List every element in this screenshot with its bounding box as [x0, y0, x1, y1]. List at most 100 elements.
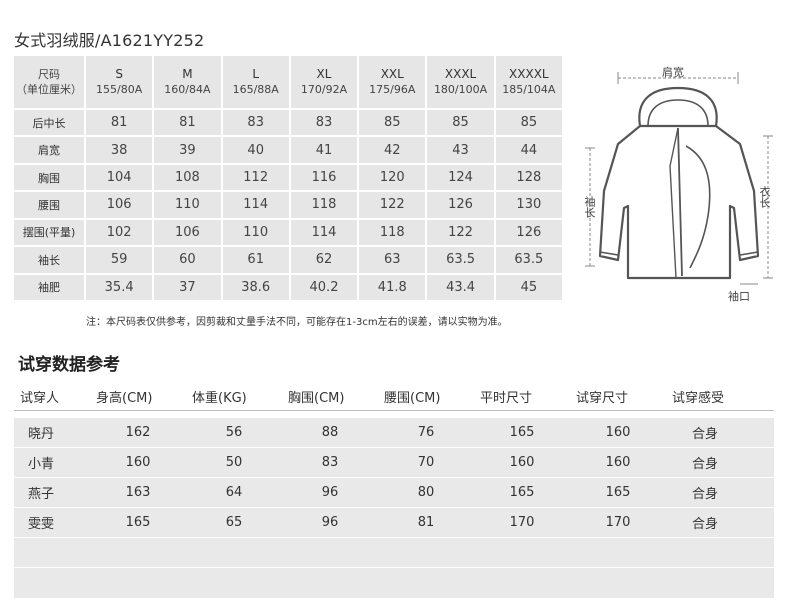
tryon-cell: 50 [225, 455, 243, 470]
measure-value: 85 [427, 110, 494, 136]
tryon-header-cell: 胸围(CM) [288, 390, 345, 406]
tryon-header-cell: 试穿尺寸 [576, 390, 629, 406]
measure-value: 114 [290, 219, 358, 246]
measure-value: 59 [86, 247, 153, 273]
jacket-diagram: 肩宽 袖长 衣长 袖口 [578, 56, 778, 306]
corner-label-size: 尺码 [38, 68, 60, 81]
measure-label: 肩宽 [14, 137, 84, 163]
measure-value: 63.5 [427, 247, 494, 273]
tryon-header-cell: 腰围(CM) [384, 390, 441, 406]
size-name: S [115, 67, 123, 81]
measure-value: 85 [359, 110, 426, 136]
tryon-cell: 165 [605, 485, 631, 500]
tryon-cell: 合身 [692, 487, 719, 502]
measure-value: 83 [290, 110, 358, 136]
measure-value: 35.4 [86, 274, 153, 300]
tryon-cell: 160 [125, 455, 151, 470]
tryon-cell: 165 [125, 515, 151, 530]
measure-value: 38 [86, 137, 153, 163]
measure-value: 112 [222, 164, 289, 191]
measure-value: 114 [222, 192, 289, 218]
measure-value: 37 [154, 274, 221, 300]
measure-value: 41.8 [359, 274, 426, 300]
tryon-cell: 燕子 [28, 487, 55, 502]
measure-value: 40.2 [290, 274, 358, 300]
tryon-cell: 合身 [692, 517, 719, 532]
jacket-outline-icon [585, 72, 773, 285]
measure-value: 63 [359, 247, 426, 273]
tryon-header-cell: 试穿人 [20, 390, 60, 406]
measure-label: 摆围(平量) [14, 219, 84, 246]
tryon-cell: 170 [509, 515, 535, 530]
size-spec: 175/96A [369, 83, 416, 96]
measure-value: 130 [495, 192, 562, 218]
measure-label: 袖肥 [14, 274, 84, 300]
measure-value: 122 [427, 219, 494, 246]
measure-label: 胸围 [14, 164, 84, 191]
size-table: 尺码 （单位厘米） S 155/80A M 160/84A L 165/88A XL 1… [14, 56, 562, 300]
tryon-header-row: 试穿人 身高(CM) 体重(KG) 胸围(CM) 腰围(CM) 平时尺寸 试穿尺… [14, 382, 774, 411]
tryon-cell: 165 [509, 425, 535, 440]
size-name: XXXXL [509, 67, 549, 81]
measure-value: 43.4 [427, 274, 494, 300]
measure-value: 39 [154, 137, 221, 163]
tryon-cell: 170 [605, 515, 631, 530]
tryon-header-cell: 试穿感受 [672, 390, 725, 406]
measure-value: 61 [222, 247, 289, 273]
size-column-header: XL 170/92A [290, 56, 358, 108]
measure-label: 袖长 [14, 247, 84, 273]
tryon-cell: 162 [125, 425, 151, 440]
size-column-header: XXL 175/96A [359, 56, 426, 108]
measure-value: 81 [86, 110, 153, 136]
tryon-cell: 96 [321, 485, 339, 500]
tryon-cell: 65 [225, 515, 243, 530]
measure-value: 120 [359, 164, 426, 191]
tryon-cell: 56 [225, 425, 243, 440]
measure-value: 124 [427, 164, 494, 191]
size-name: L [252, 67, 260, 81]
measure-value: 62 [290, 247, 358, 273]
measure-value: 43 [427, 137, 494, 163]
measure-value: 118 [359, 219, 426, 246]
size-column-header: L 165/88A [222, 56, 289, 108]
cuff-label: 袖口 [728, 290, 750, 303]
size-spec: 155/80A [96, 83, 143, 96]
tryon-cell: 70 [417, 455, 435, 470]
measure-value: 44 [495, 137, 562, 163]
measure-value: 40 [222, 137, 289, 163]
size-column-header: XXXL 180/100A [427, 56, 494, 108]
measure-value: 63.5 [495, 247, 562, 273]
table-row: 雯雯 165 65 96 81 170 170 合身 [14, 508, 774, 538]
measure-label: 腰围 [14, 192, 84, 218]
measure-value: 128 [495, 164, 562, 191]
measure-value: 41 [290, 137, 358, 163]
size-spec: 165/88A [232, 83, 279, 96]
size-column-header: XXXXL 185/104A [495, 56, 562, 108]
measure-value: 122 [359, 192, 426, 218]
size-spec: 160/84A [164, 83, 211, 96]
measure-value: 60 [154, 247, 221, 273]
measure-value: 110 [222, 219, 289, 246]
tryon-header-cell: 身高(CM) [96, 390, 153, 406]
tryon-cell: 160 [605, 425, 631, 440]
measure-value: 83 [222, 110, 289, 136]
tryon-cell: 96 [321, 515, 339, 530]
tryon-spacer [14, 411, 774, 418]
tryon-cell: 80 [417, 485, 435, 500]
size-name: XXXL [444, 67, 477, 81]
tryon-cell: 小青 [28, 457, 55, 472]
size-spec: 180/100A [433, 83, 488, 96]
tryon-cell: 64 [225, 485, 243, 500]
measure-value: 118 [290, 192, 358, 218]
measure-value: 38.6 [222, 274, 289, 300]
tryon-section-title: 试穿数据参考 [18, 355, 120, 375]
measure-value: 102 [86, 219, 153, 246]
measure-value: 81 [154, 110, 221, 136]
tryon-cell: 165 [509, 485, 535, 500]
measure-value: 85 [495, 110, 562, 136]
size-spec: 170/92A [300, 83, 348, 96]
size-name: XL [316, 67, 332, 81]
measure-value: 116 [290, 164, 358, 191]
size-column-header: M 160/84A [154, 56, 221, 108]
size-spec: 185/104A [502, 83, 556, 96]
